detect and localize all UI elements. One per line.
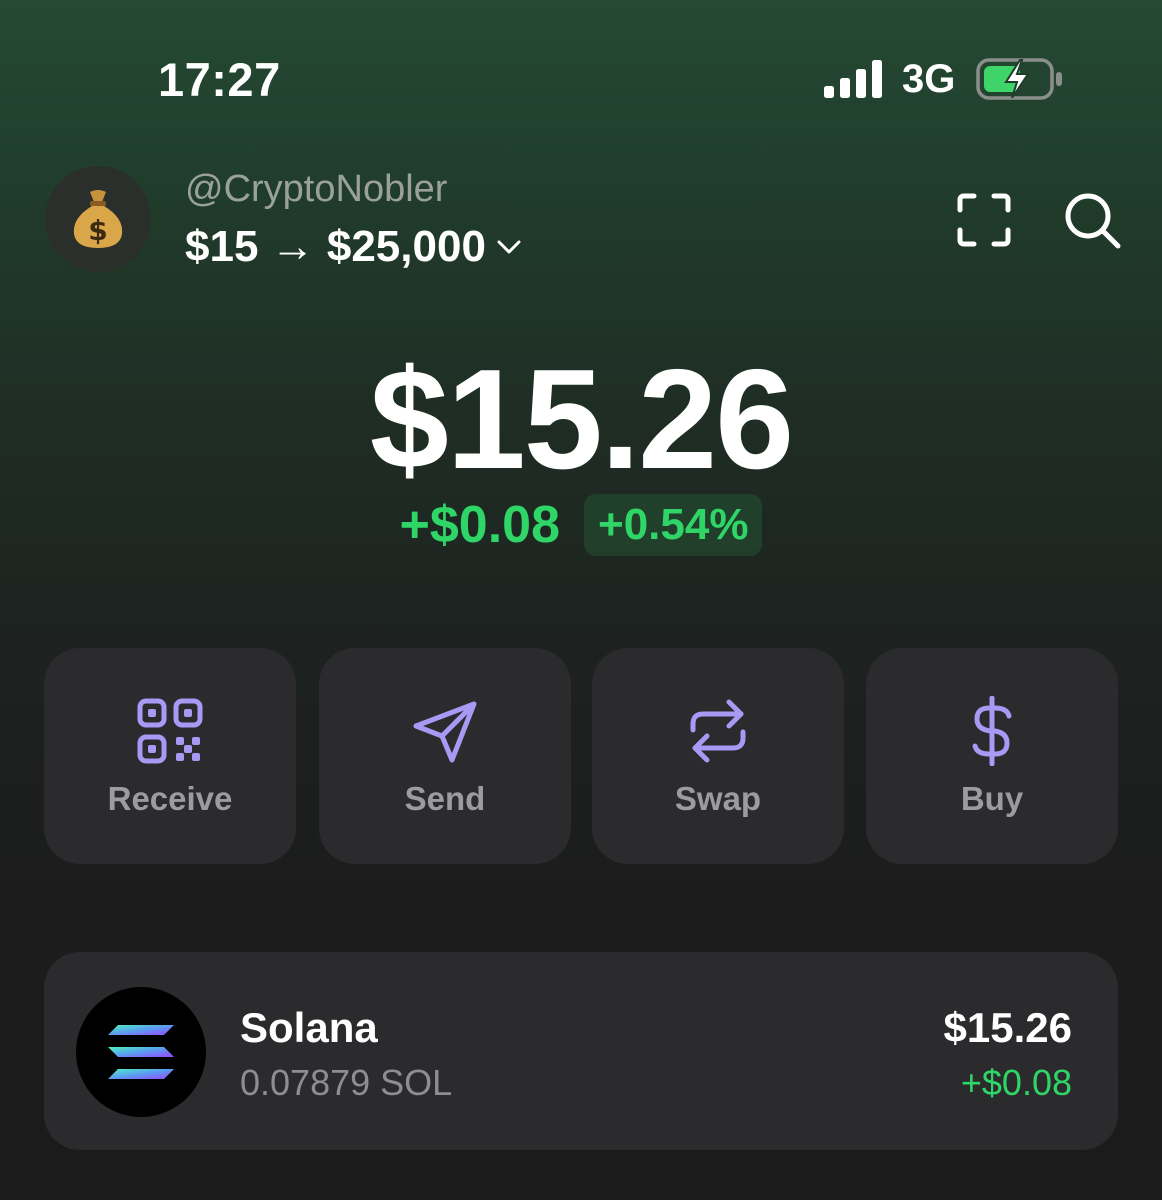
avatar[interactable]: $ bbox=[45, 166, 151, 272]
account-handle: @CryptoNobler bbox=[185, 168, 448, 210]
solana-logo-icon bbox=[76, 987, 206, 1117]
search-icon[interactable] bbox=[1060, 188, 1124, 252]
money-bag-icon: $ bbox=[73, 190, 123, 248]
send-button[interactable]: Send bbox=[319, 648, 571, 864]
token-name: Solana bbox=[240, 1004, 378, 1051]
buy-label: Buy bbox=[960, 780, 1024, 817]
send-label: Send bbox=[404, 780, 486, 817]
balance-change: +$0.08 +0.54% bbox=[0, 494, 1162, 556]
chevron-down-icon bbox=[497, 240, 521, 254]
status-bar: 17:27 3G bbox=[0, 0, 1162, 150]
token-row-solana[interactable]: Solana 0.07879 SOL $15.26 +$0.08 bbox=[44, 952, 1118, 1150]
send-arrow-icon bbox=[413, 701, 477, 763]
balance-change-amount: +$0.08 bbox=[399, 496, 561, 554]
swap-button[interactable]: Swap bbox=[592, 648, 844, 864]
signal-strength-icon bbox=[824, 60, 882, 98]
token-change: +$0.08 bbox=[960, 1062, 1072, 1103]
account-selector[interactable]: $15 → $25,000 bbox=[185, 222, 524, 272]
svg-text:$: $ bbox=[88, 214, 107, 247]
swap-arrows-icon bbox=[690, 699, 746, 763]
status-time: 17:27 bbox=[158, 53, 281, 106]
buy-button[interactable]: Buy bbox=[866, 648, 1118, 864]
swap-label: Swap bbox=[674, 780, 762, 817]
receive-button[interactable]: Receive bbox=[44, 648, 296, 864]
network-type: 3G bbox=[902, 57, 956, 101]
dollar-icon bbox=[972, 696, 1012, 766]
scan-icon[interactable] bbox=[952, 188, 1016, 252]
total-balance: $15.26 bbox=[369, 340, 794, 499]
receive-label: Receive bbox=[107, 780, 233, 817]
balance-change-percent: +0.54% bbox=[584, 494, 763, 556]
token-amount: 0.07879 SOL bbox=[240, 1062, 453, 1103]
token-value: $15.26 bbox=[943, 1004, 1072, 1051]
qr-code-icon bbox=[137, 698, 203, 764]
battery-charging-icon bbox=[976, 58, 1062, 100]
action-buttons: Receive Send Swap Buy bbox=[44, 648, 1118, 864]
account-header: $ @CryptoNobler $15 → $25,000 bbox=[0, 160, 1162, 280]
account-name: $15 → $25,000 bbox=[185, 222, 486, 271]
